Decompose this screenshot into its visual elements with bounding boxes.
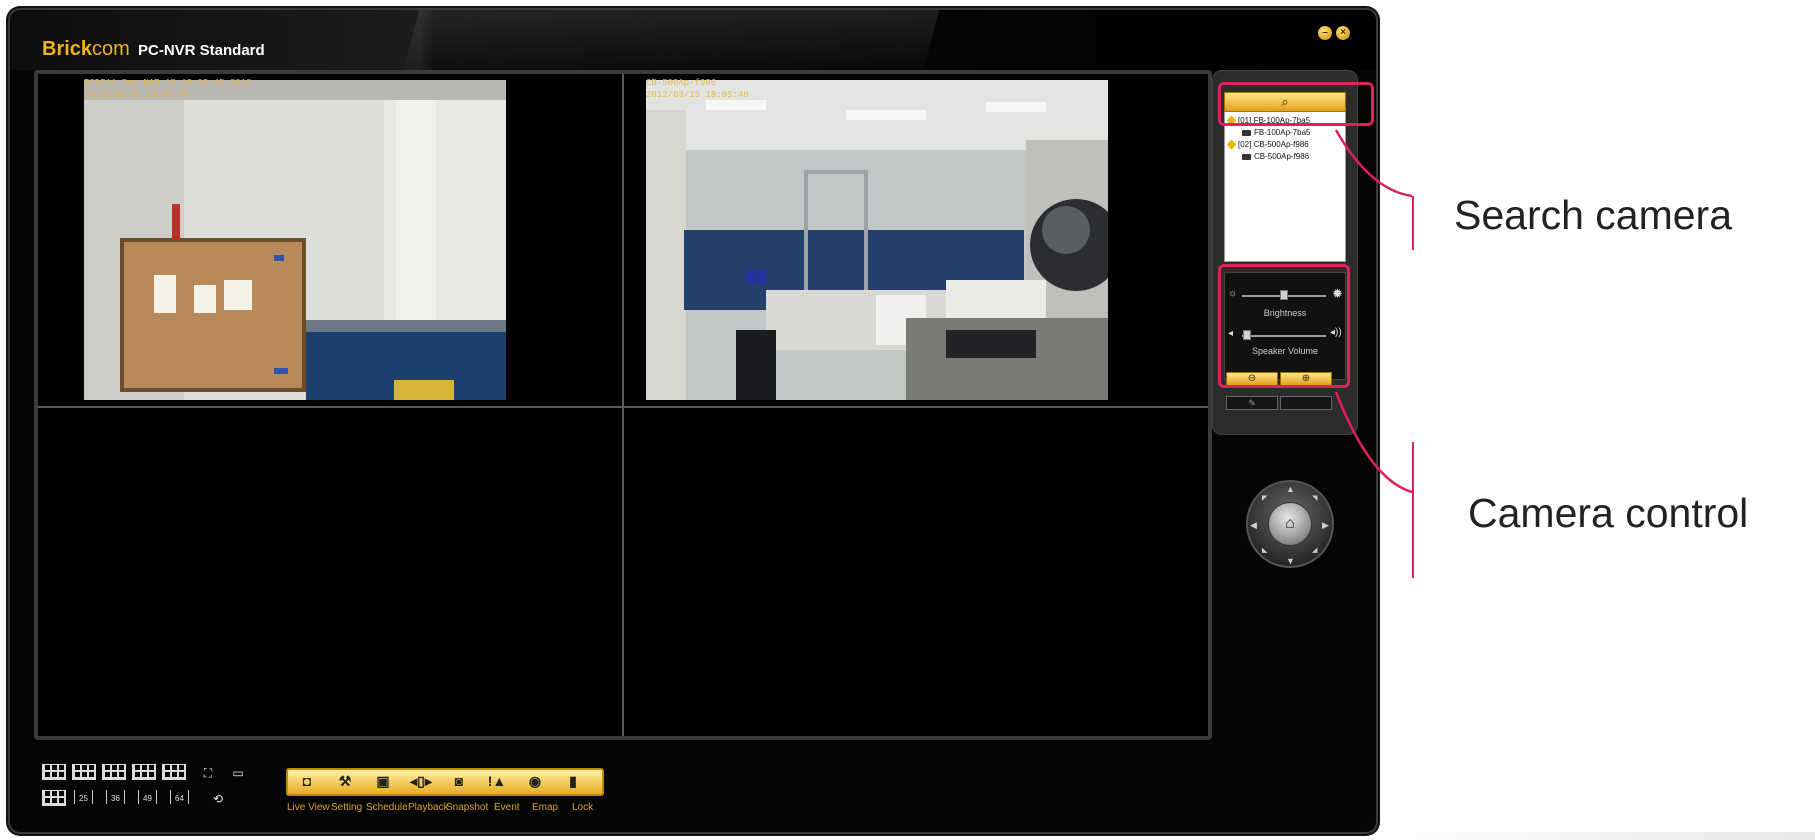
minimize-icon[interactable]: –	[1318, 26, 1332, 40]
lock-button[interactable]: ▮	[558, 770, 588, 792]
grid-divider-horizontal	[38, 406, 1208, 408]
playback-icon: ◂▯▸	[410, 773, 432, 789]
wrench-icon: ⚒	[338, 773, 352, 789]
ptz-up-left-icon[interactable]: ◤	[1262, 494, 1267, 502]
layout-25-button[interactable]: 25	[74, 790, 93, 804]
callout-connectors	[1334, 129, 1413, 494]
tree-item[interactable]: FB-100Ap-7ba5	[1242, 128, 1310, 137]
camera-2-osd-title: CB-500Ap-f986	[646, 78, 717, 88]
layout-8-icon[interactable]	[102, 764, 126, 782]
event-icon: !▲	[487, 773, 507, 789]
rotate-icon[interactable]: ⟲	[206, 790, 230, 808]
camera-1-scene	[84, 80, 506, 400]
tree-item[interactable]: CB-500Ap-f986	[1242, 152, 1309, 161]
fullscreen-icon[interactable]: ⛶	[196, 764, 220, 782]
camera-feed-2	[646, 80, 1108, 400]
snapshot-label: Snapshot	[446, 802, 489, 813]
ptz-down-right-icon[interactable]: ◢	[1312, 546, 1317, 554]
layout-64-button[interactable]: 64	[170, 790, 189, 804]
background-strip	[1380, 832, 1815, 840]
product-title: PC-NVR Standard	[138, 42, 265, 59]
globe-icon: ◉	[528, 773, 542, 789]
layout-10-icon[interactable]	[162, 764, 186, 782]
video-cell-2[interactable]: CB-500Ap-f986 2012/03/15 18:05:46	[624, 74, 1208, 406]
camera-2-osd-timestamp: 2012/03/15 18:05:46	[646, 90, 749, 100]
close-icon[interactable]: ×	[1336, 26, 1350, 40]
ptz-down-left-icon[interactable]: ◣	[1262, 546, 1267, 554]
event-button[interactable]: !▲	[482, 770, 512, 792]
camera-feed-1	[84, 80, 506, 400]
control-button-left[interactable]: ✎	[1226, 396, 1278, 410]
pen-icon: ✎	[1248, 398, 1256, 408]
layout-16-icon[interactable]	[42, 790, 66, 808]
setting-label: Setting	[331, 802, 363, 813]
setting-button[interactable]: ⚒	[330, 770, 360, 792]
layout-6-icon[interactable]	[72, 764, 96, 782]
schedule-label: Schedule	[366, 802, 408, 813]
camera-1-osd-title: EGDE11 5ev NAR 15 18:05:45 2012	[84, 78, 252, 88]
ptz-down-icon[interactable]: ▼	[1286, 556, 1295, 566]
video-cell-1[interactable]: EGDE11 5ev NAR 15 18:05:45 2012 2012/03/…	[38, 74, 622, 406]
live-view-button[interactable]: ◘	[292, 770, 322, 792]
emap-button[interactable]: ◉	[520, 770, 550, 792]
video-cell-3[interactable]	[38, 408, 622, 736]
grid-divider-vertical	[622, 74, 624, 736]
snapshot-button[interactable]: ◙	[444, 770, 474, 792]
snapshot-icon: ◙	[454, 773, 464, 789]
live-view-label: Live View	[287, 802, 330, 813]
search-callout-bracket	[1412, 196, 1414, 250]
video-grid: EGDE11 5ev NAR 15 18:05:45 2012 2012/03/…	[34, 70, 1212, 740]
layout-36-button[interactable]: 36	[106, 790, 125, 804]
camera-2-scene	[646, 80, 1108, 400]
layout-9-icon[interactable]	[132, 764, 156, 782]
layout-4-icon[interactable]	[42, 764, 66, 782]
camera-1-osd-timestamp: 2012/03/15 18:05:45	[86, 90, 189, 100]
brand-logo: Brickcom	[42, 38, 130, 60]
camera-control-caption: Camera control	[1468, 490, 1749, 536]
emap-label: Emap	[532, 802, 559, 813]
pip-icon[interactable]: ▭	[226, 764, 250, 782]
home-icon: ⌂	[1285, 515, 1295, 532]
camera-icon	[1242, 153, 1251, 160]
camera-icon	[1242, 129, 1251, 136]
camera-group-icon	[1226, 139, 1237, 150]
live-view-icon: ◘	[302, 773, 312, 789]
lock-label: Lock	[572, 802, 594, 813]
ptz-up-icon[interactable]: ▲	[1286, 484, 1295, 494]
schedule-icon: ▣	[376, 773, 390, 789]
ptz-left-icon[interactable]: ◀	[1250, 520, 1257, 531]
video-cell-4[interactable]	[624, 408, 1208, 736]
playback-label: Playback	[408, 802, 449, 813]
search-camera-caption: Search camera	[1454, 192, 1733, 238]
ptz-home-button[interactable]: ⌂	[1268, 502, 1312, 546]
ptz-right-icon[interactable]: ▶	[1322, 520, 1329, 531]
layout-49-button[interactable]: 49	[138, 790, 157, 804]
playback-button[interactable]: ◂▯▸	[406, 770, 436, 792]
control-callout-bracket	[1412, 442, 1414, 578]
lock-icon: ▮	[569, 773, 577, 789]
ptz-up-right-icon[interactable]: ◥	[1312, 494, 1317, 502]
event-label: Event	[494, 802, 520, 813]
tree-item[interactable]: [02] CB-500Ap-f986	[1226, 139, 1309, 150]
control-button-right[interactable]	[1280, 396, 1332, 410]
schedule-button[interactable]: ▣	[368, 770, 398, 792]
